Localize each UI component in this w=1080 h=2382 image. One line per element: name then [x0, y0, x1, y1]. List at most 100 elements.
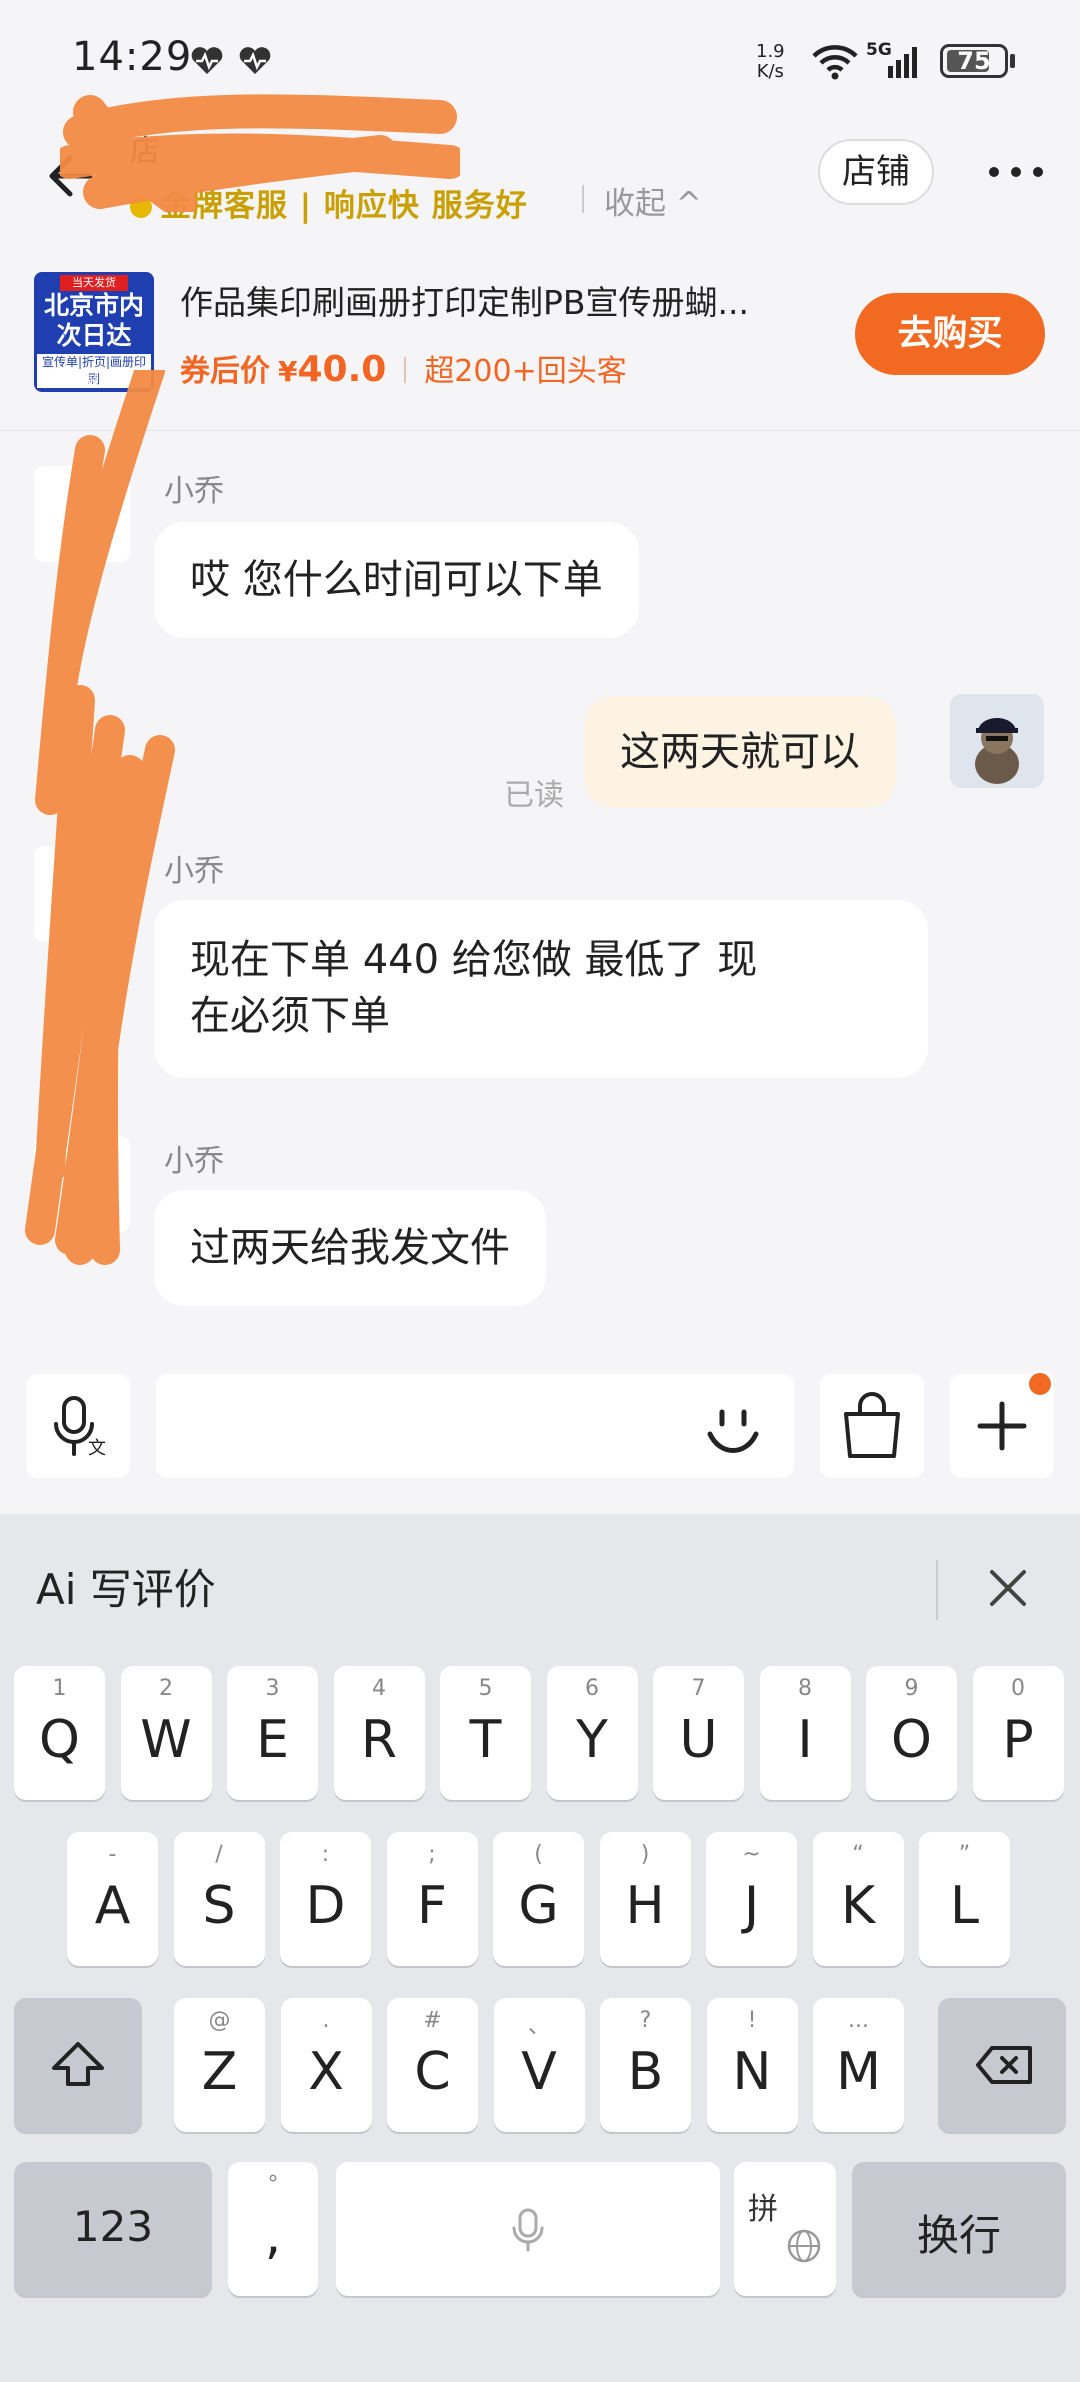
key-j[interactable]: ~ J [706, 1832, 797, 1966]
shift-key[interactable] [14, 1998, 142, 2132]
store-button[interactable]: 店铺 [818, 139, 934, 205]
pinyin-label: 拼 [748, 2192, 778, 2227]
key-f[interactable]: ; F [386, 1832, 478, 1966]
message-input[interactable] [156, 1374, 794, 1478]
network-speed-value: 1.9 [756, 41, 785, 62]
shopping-bag-icon [844, 1392, 900, 1458]
key-m[interactable]: ... M [813, 1998, 904, 2132]
key-x[interactable]: .X [280, 1998, 372, 2132]
key-d[interactable]: :D [280, 1832, 371, 1966]
key-s[interactable]: / S [173, 1832, 265, 1966]
key-l[interactable]: ” L [919, 1832, 1010, 1966]
key-b[interactable]: ? B [600, 1998, 691, 2132]
pinyin-language-key[interactable]: 拼 [734, 2162, 836, 2296]
key-y[interactable]: 6Y [546, 1666, 638, 1800]
key-label: B [627, 2042, 664, 2102]
close-icon[interactable] [978, 1558, 1038, 1618]
emoji-icon[interactable] [700, 1396, 766, 1462]
key-p[interactable]: 0P [972, 1666, 1064, 1800]
key-hint: 2 [159, 1676, 173, 1701]
key-h[interactable]: ) H [599, 1832, 691, 1966]
key-hint: - [108, 1842, 117, 1867]
message-bubble[interactable]: 过两天给我发文件 [154, 1190, 546, 1306]
key-k[interactable]: “K [812, 1832, 904, 1966]
write-review-suggestion[interactable]: Ai 写评价 [36, 1556, 216, 1617]
key-hint: ” [958, 1842, 971, 1867]
cat-avatar-icon [950, 694, 1044, 788]
buy-button[interactable]: 去购买 [855, 293, 1045, 375]
key-hint: ? [639, 2008, 652, 2033]
key-label: M [836, 2042, 881, 2102]
key-label: K [840, 1876, 876, 1936]
price-label: 券后价 [180, 354, 270, 389]
heart-rate-icon [191, 47, 223, 74]
key-label: Z [201, 2042, 238, 2102]
key-t[interactable]: 5T [440, 1666, 531, 1800]
message-bubble[interactable]: 哎 您什么时间可以下单 [154, 522, 639, 638]
product-title[interactable]: 作品集印刷画册打印定制PB宣传册蝴... [180, 276, 820, 324]
key-hint: @ [208, 2008, 231, 2033]
collapse-button[interactable]: 收起 ^ [604, 178, 702, 223]
price-value: 40.0 [297, 349, 387, 390]
repeat-customers: 超200+回头客 [424, 354, 627, 389]
key-hint: 6 [585, 1676, 599, 1701]
key-label: W [140, 1710, 192, 1770]
key-n[interactable]: ! N [706, 1998, 798, 2132]
key-label: X [308, 2042, 344, 2102]
more-options-icon[interactable] [984, 150, 1048, 194]
redaction-scribble [25, 370, 175, 1265]
key-hint: 9 [904, 1676, 919, 1701]
my-message-bubble[interactable]: 这两天就可以 [584, 696, 896, 808]
key-q[interactable]: 1Q [14, 1666, 105, 1800]
key-e[interactable]: 3E [227, 1666, 318, 1800]
backspace-icon [976, 2046, 1032, 2084]
key-w[interactable]: 2W [120, 1666, 212, 1800]
price-row: 券后价 ¥40.0 超200+回头客 [180, 346, 627, 390]
key-a[interactable]: -A [67, 1832, 158, 1966]
key-v[interactable]: 、 V [493, 1998, 585, 2132]
message-text-line: 在必须下单 [190, 993, 390, 1039]
key-hint: ) [640, 1842, 650, 1867]
thumb-tag: 当天发货 [60, 275, 128, 291]
backspace-key[interactable] [938, 1998, 1066, 2132]
key-hint: 7 [691, 1676, 706, 1701]
key-hint: 0 [1011, 1676, 1025, 1701]
signal-strength-icon [888, 47, 917, 78]
key-hint: “ [852, 1842, 864, 1867]
voice-input-button[interactable]: 文 [26, 1374, 130, 1478]
key-label: R [360, 1710, 398, 1770]
key-z[interactable]: @ Z [174, 1998, 265, 2132]
key-o[interactable]: 9O [866, 1666, 957, 1800]
key-u[interactable]: 7U [653, 1666, 744, 1800]
my-avatar[interactable] [950, 694, 1044, 788]
price-separator [404, 357, 407, 383]
key-hint: 、 [527, 2014, 550, 2039]
write-review-label: 写评价 [89, 1565, 216, 1614]
network-speed-unit: K/s [756, 61, 784, 82]
key-r[interactable]: 4R [333, 1666, 425, 1800]
key-label: U [679, 1710, 718, 1770]
key-i[interactable]: 8I [759, 1666, 851, 1800]
enter-key-label: 换行 [916, 2211, 1001, 2260]
key-c[interactable]: # C [387, 1998, 478, 2132]
heart-rate-icon [239, 47, 271, 74]
thumb-line1: 北京市内 [43, 291, 144, 320]
toolbar-divider [936, 1560, 938, 1620]
enter-key[interactable]: 换行 [852, 2162, 1066, 2296]
thumb-line2: 次日达 [56, 321, 132, 350]
key-label: G [518, 1876, 559, 1936]
space-key[interactable] [336, 2162, 720, 2296]
read-receipt: 已读 [504, 778, 564, 813]
key-g[interactable]: (G [493, 1832, 584, 1966]
key-label: E [256, 1710, 289, 1770]
punctuation-key[interactable]: ° , [228, 2162, 318, 2296]
message-bubble[interactable]: 现在下单 440 给您做 最低了 现 在必须下单 [154, 900, 928, 1078]
numbers-key[interactable]: 123 [14, 2162, 212, 2296]
wifi-icon [812, 45, 858, 80]
shopping-bag-button[interactable] [820, 1374, 924, 1478]
key-hint: 5 [478, 1676, 493, 1701]
key-label: O [891, 1710, 932, 1770]
key-label: N [732, 2042, 772, 2102]
key-label: S [202, 1876, 236, 1936]
key-hint: ~ [742, 1842, 761, 1867]
